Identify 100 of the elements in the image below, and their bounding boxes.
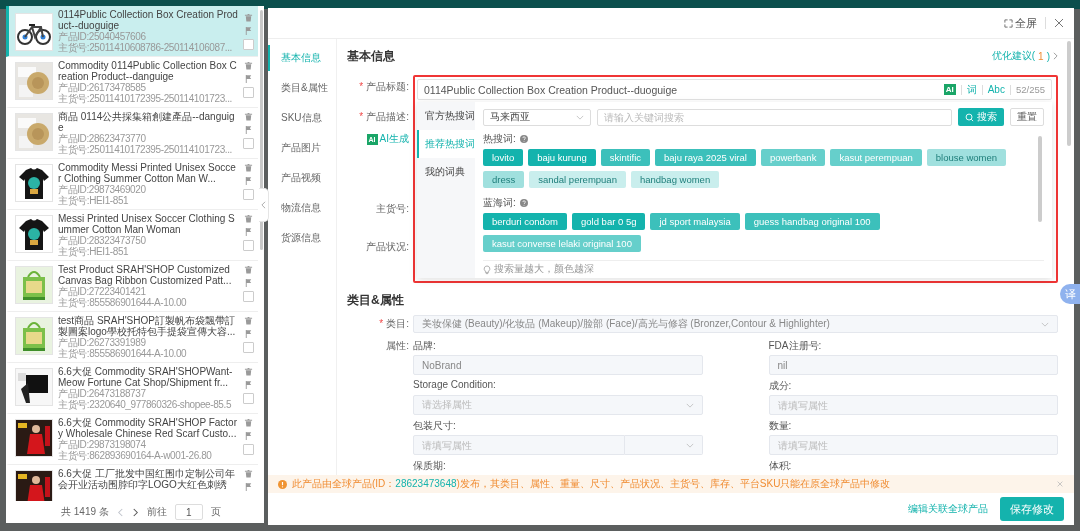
product-list-item[interactable]: 6.6大促 Commodity SRAH'SHOPWant-Meow Fortune Cat Shop/Shipment fr... 产品ID:26473188737 主货号:2320640_977860326-shopee-85.5 [6, 363, 258, 414]
category-select[interactable]: 美妆保健 (Beauty)/化妆品 (Makeup)/脸部 (Face)/高光与修容 (Bronzer,Contour & Highlighter) [413, 315, 1058, 333]
close-icon[interactable] [1054, 18, 1064, 28]
checkbox[interactable] [243, 138, 254, 149]
nav-item[interactable]: SKU信息 [268, 105, 336, 131]
collapse-handle[interactable] [259, 188, 269, 222]
trash-icon[interactable] [244, 418, 253, 427]
product-sku: 主货号:855586901644-A-10.00 [58, 348, 188, 359]
keyword-tab[interactable]: 官方热搜词 [417, 102, 475, 130]
keyword-chip[interactable]: blouse women [926, 149, 1007, 166]
search-icon [965, 112, 974, 122]
product-list-item[interactable]: Commodity 0114Public Collection Box Creation Product--danguige 产品ID:26173478585 主货号:25011410172395-250114101723... [6, 57, 258, 108]
keyword-tab[interactable]: 推荐热搜词 [417, 130, 475, 158]
keyword-chip[interactable]: sandal perempuan [529, 171, 626, 188]
checkbox[interactable] [243, 189, 254, 200]
keyword-chip[interactable]: kasut perempuan [830, 149, 922, 166]
help-icon[interactable] [519, 199, 528, 207]
flag-icon[interactable] [244, 26, 253, 35]
checkbox[interactable] [243, 291, 254, 302]
caret-icon [685, 402, 694, 408]
product-id: 产品ID:28623473770 [58, 133, 147, 144]
lightbulb-icon [483, 264, 491, 275]
keyword-chip[interactable]: lovito [483, 149, 524, 166]
word-tool[interactable]: 词 [966, 82, 977, 97]
trash-icon[interactable] [244, 61, 253, 70]
product-title: test商品 SRAH'SHOP訂製帆布袋飄帶訂製圖案logo學校托特包手提袋宣傳大容... [58, 315, 237, 337]
flag-icon[interactable] [244, 125, 253, 134]
trash-icon[interactable] [244, 112, 253, 121]
product-list-item[interactable]: Messi Printed Unisex Soccer Clothing Summer Cotton Man Woman 产品ID:28323473750 主货号:HEI1-851 [6, 210, 258, 261]
flag-icon[interactable] [244, 278, 253, 287]
flag-icon[interactable] [244, 74, 253, 83]
product-list-item[interactable]: 6.6大促 Commodity SRAH'SHOP Factory Wholesale Chinese Red Scarf Custo... 产品ID:29873198074 主货号:862893690164-A-w001-26.80 [6, 414, 258, 465]
keyword-chip[interactable]: kasut converse lelaki original 100 [483, 235, 641, 252]
search-button[interactable]: 搜索 [958, 108, 1004, 126]
product-id: 产品ID:26273391989 [58, 337, 147, 348]
product-id-link[interactable]: 28623473648 [395, 478, 457, 489]
page-input[interactable]: 1 [174, 504, 203, 520]
trash-icon[interactable] [244, 367, 253, 376]
product-list-item[interactable]: 0114Public Collection Box Creation Product--duoguige 产品ID:25040457606 主货号:25011410608786-250114106087... [6, 6, 258, 57]
keyword-chip[interactable]: handbag women [630, 171, 720, 188]
keyword-chip[interactable]: dress [483, 171, 525, 188]
keyword-chip[interactable]: berduri condom [483, 213, 567, 230]
suggestion-link[interactable]: 优化建议( 1 ) [991, 49, 1058, 63]
checkbox[interactable] [243, 240, 254, 251]
flag-icon[interactable] [244, 176, 253, 185]
nav-item[interactable]: 产品视频 [268, 165, 336, 191]
keyword-chip[interactable]: baju kurung [528, 149, 596, 166]
product-sku: 主货号:25011410172395-250114101723... [58, 144, 233, 155]
product-title: 0114Public Collection Box Creation Product--duoguige [58, 9, 238, 31]
product-list-item[interactable]: Commodity Messi Printed Unisex Soccer Clothing Summer Cotton Man W... 产品ID:29873469020 主货号:HEI1-851 [6, 159, 258, 210]
product-list-item[interactable]: test商品 SRAH'SHOP訂製帆布袋飄帶訂製圖案logo學校托特包手提袋宣傳大容... 产品ID:26273391989 主货号:855586901644-A-10.00 [6, 312, 258, 363]
checkbox[interactable] [243, 39, 254, 50]
page-label: 页 [210, 505, 221, 519]
checkbox[interactable] [243, 444, 254, 455]
attribute-label: 数量: [768, 419, 793, 432]
previous-page-icon[interactable] [116, 507, 124, 517]
flag-icon[interactable] [244, 380, 253, 389]
keyword-chip[interactable]: powerbank [760, 149, 826, 166]
next-page-icon[interactable] [131, 507, 139, 517]
keyword-chip[interactable]: gold bar 0 5g [572, 213, 646, 230]
flag-icon[interactable] [244, 431, 253, 440]
nav-item[interactable]: 产品图片 [268, 135, 336, 161]
scrollbar[interactable] [1067, 41, 1071, 146]
help-icon[interactable] [519, 135, 528, 143]
keyword-chip[interactable]: jd sport malaysia [650, 213, 740, 230]
translate-button[interactable]: 译 [1060, 284, 1080, 304]
checkbox[interactable] [243, 342, 254, 353]
flag-icon[interactable] [244, 227, 253, 236]
scrollbar[interactable] [1038, 136, 1042, 222]
fullscreen-button[interactable]: 全屏 [1004, 15, 1037, 31]
flag-icon[interactable] [244, 329, 253, 338]
edit-global-product-link[interactable]: 编辑关联全球产品 [908, 502, 988, 516]
keyword-chip[interactable]: skintific [600, 149, 650, 166]
title-field[interactable]: 0114Public Collection Box Creation Product--duoguige AI 词 Abc 52/255 [417, 79, 1052, 100]
keyword-chip[interactable]: baju raya 2025 viral [655, 149, 756, 166]
case-tool[interactable]: Abc [987, 84, 1005, 95]
trash-icon[interactable] [244, 469, 253, 478]
ai-icon[interactable]: AI [943, 84, 956, 95]
trash-icon[interactable] [244, 265, 253, 274]
product-id: 产品ID:27223401421 [58, 286, 147, 297]
checkbox[interactable] [243, 393, 254, 404]
trash-icon[interactable] [244, 214, 253, 223]
trash-icon[interactable] [244, 163, 253, 172]
flag-icon[interactable] [244, 482, 253, 491]
keyword-tab[interactable]: 我的词典 [417, 158, 475, 186]
region-select[interactable]: 马来西亚 [483, 108, 591, 126]
nav-item[interactable]: 物流信息 [268, 195, 336, 221]
group-label: 蓝海词: [483, 196, 516, 210]
nav-item[interactable]: 货源信息 [268, 225, 336, 251]
reset-button[interactable]: 重置 [1010, 108, 1044, 126]
section-heading: 类目&属性 [347, 291, 404, 309]
save-button[interactable]: 保存修改 [1000, 497, 1064, 521]
checkbox[interactable] [243, 87, 254, 98]
product-list-item[interactable]: Test Product SRAH'SHOP Customized Canvas Bag Ribbon Customized Patt... 产品ID:27223401421 主货号:855586901644-A-10.00 [6, 261, 258, 312]
keyword-chip[interactable]: guess handbag original 100 [744, 213, 880, 230]
trash-icon[interactable] [244, 316, 253, 325]
trash-icon[interactable] [244, 13, 253, 22]
nav-item[interactable]: 类目&属性 [268, 75, 336, 101]
keyword-search-field[interactable]: 请输入关键词搜索 [597, 108, 952, 126]
product-list-item[interactable]: 商品 0114公共採集箱創建產品--danguige 产品ID:28623473770 主货号:25011410172395-250114101723... [6, 108, 258, 159]
